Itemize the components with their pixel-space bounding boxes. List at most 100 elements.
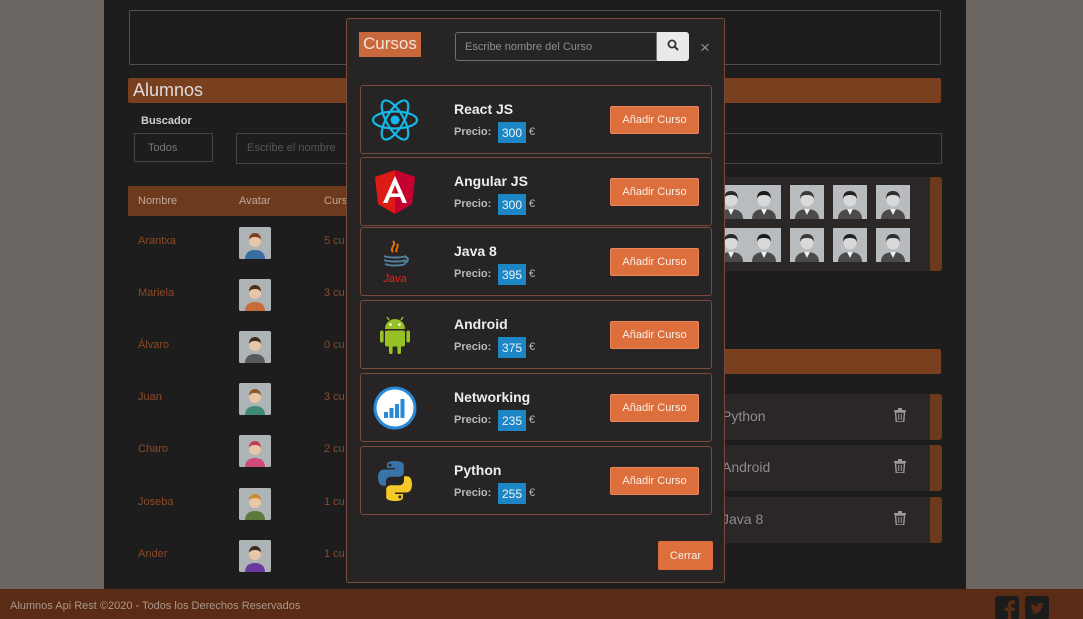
avatar-option[interactable] [876,228,910,262]
avatar-option[interactable] [876,185,910,219]
course-card: Java Java 8 Precio: 395 € Añadir Curso [360,227,712,296]
price-badge: 395 [498,264,526,285]
assigned-course-name: Java 8 [722,511,764,527]
courses-modal: Cursos Escribe nombre del Curso × React … [346,18,725,583]
currency-symbol: € [529,414,536,426]
react-logo-icon [371,96,419,144]
price-badge: 235 [498,410,526,431]
add-course-button[interactable]: Añadir Curso [610,248,699,276]
java-logo-icon: Java [371,238,419,286]
avatar [239,488,271,520]
price-label: Precio: [454,126,492,138]
filter-select[interactable]: Todos [134,133,213,162]
table-row[interactable]: Charo 2 cu [128,425,358,477]
avatar-option[interactable] [790,185,824,219]
left-margin [0,0,104,589]
course-name: Networking [454,389,531,405]
search-label: Buscador [141,115,192,127]
avatar-option[interactable] [747,228,781,262]
currency-symbol: € [529,198,536,210]
networking-chart-icon [371,384,419,432]
students-table-header: Nombre Avatar Curs [128,186,358,216]
avatar-gallery [714,177,942,271]
course-name: Java 8 [454,243,497,259]
facebook-icon[interactable] [995,596,1019,619]
assigned-course-name: Android [722,459,771,475]
course-count: 1 cu [324,548,345,560]
add-course-button[interactable]: Añadir Curso [610,394,699,422]
android-logo-icon [371,311,419,359]
modal-title: Cursos [359,32,421,57]
course-count: 1 cu [324,496,345,508]
student-name: Joseba [138,496,174,508]
avatar [239,540,271,572]
avatar-option[interactable] [790,228,824,262]
currency-symbol: € [529,487,536,499]
course-count: 5 cu [324,235,345,247]
avatar [239,227,271,259]
avatar [239,279,271,311]
avatar-option[interactable] [833,228,867,262]
student-name: Arantxa [138,235,176,247]
course-search-input[interactable]: Escribe nombre del Curso [455,32,657,61]
course-count: 0 cu [324,339,345,351]
price-label: Precio: [454,487,492,499]
angular-logo-icon [371,168,419,216]
student-name: Mariela [138,287,175,299]
price-badge: 255 [498,483,526,504]
assigned-courses-header [714,349,941,374]
table-row[interactable]: Mariela 3 cu [128,269,358,321]
currency-symbol: € [529,268,536,280]
table-row[interactable]: Joseba 1 cu [128,478,358,530]
table-row[interactable]: Arantxa 5 cu [128,217,358,269]
trash-icon[interactable] [894,511,906,528]
twitter-icon[interactable] [1025,596,1049,619]
search-button[interactable] [657,32,689,61]
price-label: Precio: [454,198,492,210]
add-course-button[interactable]: Añadir Curso [610,321,699,349]
student-name: Ander [138,548,168,560]
currency-symbol: € [529,341,536,353]
avatar-option[interactable] [747,185,781,219]
close-modal-button[interactable]: Cerrar [658,541,713,570]
course-count: 3 cu [324,391,345,403]
table-row[interactable]: Álvaro 0 cu [128,321,358,373]
price-badge: 375 [498,337,526,358]
trash-icon[interactable] [894,459,906,476]
course-card: Android Precio: 375 € Añadir Curso [360,300,712,369]
column-header-name: Nombre [138,195,178,207]
price-badge: 300 [498,122,526,143]
table-row[interactable]: Juan 3 cu [128,373,358,425]
avatar [239,435,271,467]
course-card: Networking Precio: 235 € Añadir Curso [360,373,712,442]
avatar [239,383,271,415]
price-label: Precio: [454,414,492,426]
copyright-text: Alumnos Api Rest ©2020 - Todos los Derec… [10,600,301,612]
trash-icon[interactable] [894,408,906,425]
price-label: Precio: [454,341,492,353]
column-header-avatar: Avatar [239,195,271,207]
course-name: Android [454,316,508,332]
avatar [239,331,271,363]
assigned-course-name: Python [722,408,766,424]
python-logo-icon [371,457,419,505]
table-row[interactable]: Ander 1 cu [128,530,358,582]
right-margin [966,0,1083,589]
students-section-title: Alumnos [133,80,204,100]
java-logo-text: Java [382,273,406,285]
currency-symbol: € [529,126,536,138]
assigned-course-item: Python [714,394,942,440]
course-card: React JS Precio: 300 € Añadir Curso [360,85,712,154]
page-footer: Alumnos Api Rest ©2020 - Todos los Derec… [0,589,1083,619]
avatar-option[interactable] [833,185,867,219]
assigned-course-item: Java 8 [714,497,942,543]
add-course-button[interactable]: Añadir Curso [610,178,699,206]
add-course-button[interactable]: Añadir Curso [610,106,699,134]
add-course-button[interactable]: Añadir Curso [610,467,699,495]
course-card: Angular JS Precio: 300 € Añadir Curso [360,157,712,226]
course-card: Python Precio: 255 € Añadir Curso [360,446,712,515]
course-count: 3 cu [324,287,345,299]
assigned-course-item: Android [714,445,942,491]
page: Alumnos Buscador Todos Escribe el nombre… [0,0,1083,619]
close-icon[interactable]: × [700,39,710,56]
